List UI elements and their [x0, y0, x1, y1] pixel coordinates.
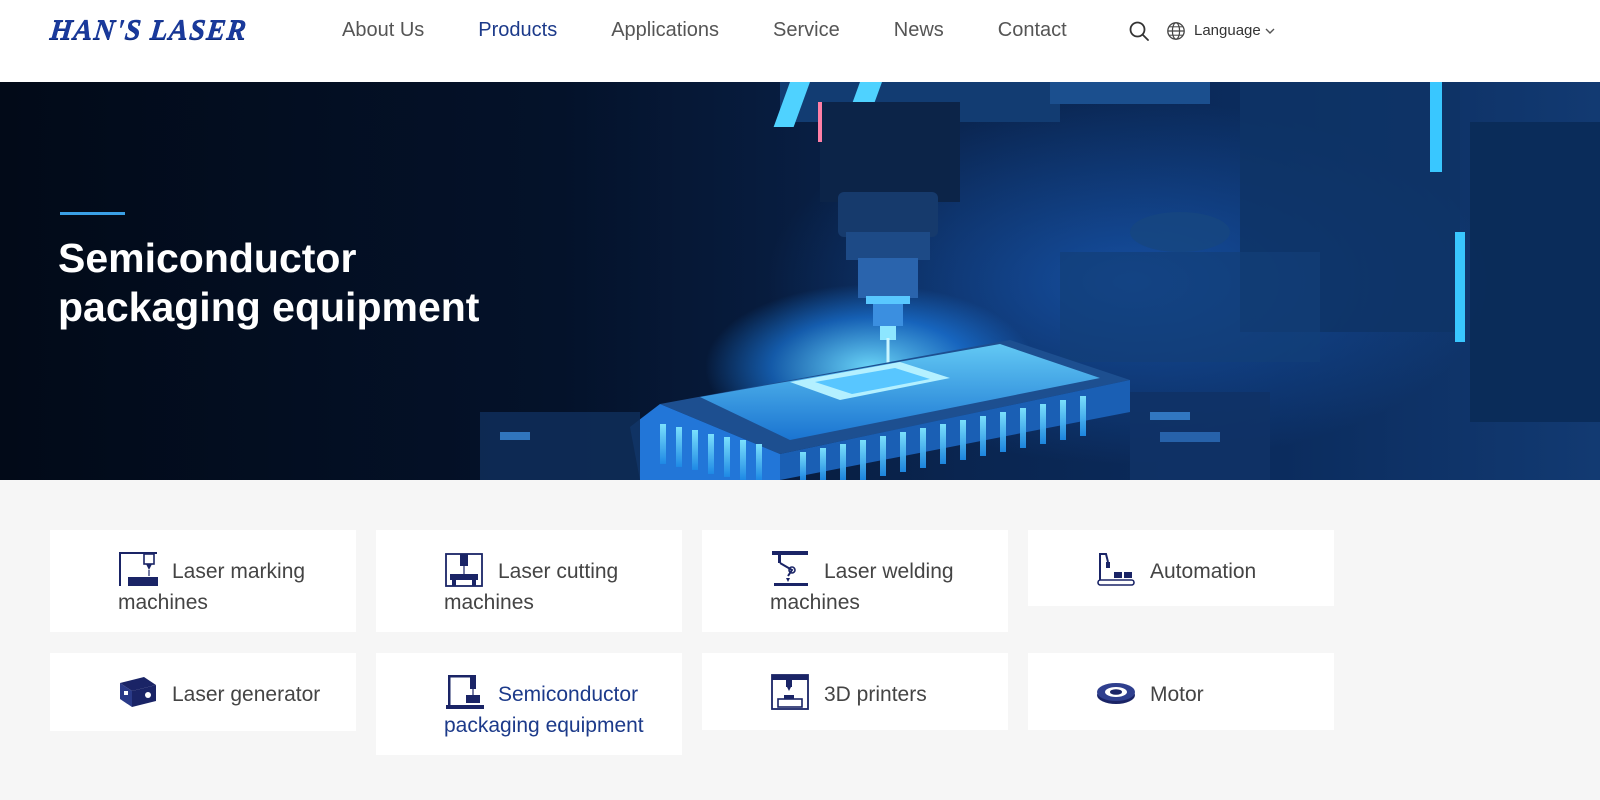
nav-about-us[interactable]: About Us [342, 18, 424, 42]
nav-products[interactable]: Products [478, 18, 557, 42]
category-card-laser-generator[interactable]: Laser generator [50, 653, 356, 731]
category-card-3d-printers[interactable]: 3D printers [702, 653, 1008, 730]
hero-title-line1: Semiconductor [58, 235, 357, 281]
category-card-motor[interactable]: Motor [1028, 653, 1334, 730]
category-label: Laser cutting machines [444, 560, 619, 614]
search-icon[interactable] [1128, 20, 1150, 42]
category-label: Laser generator [172, 683, 321, 706]
site-header: HAN'S LASER About Us Products Applicatio… [0, 0, 1600, 82]
brand-logo[interactable]: HAN'S LASER [48, 14, 249, 47]
category-label: 3D printers [824, 683, 927, 706]
hero-title-line2: packaging equipment [58, 284, 480, 330]
globe-icon[interactable] [1166, 21, 1186, 41]
language-selector[interactable]: Language [1194, 22, 1261, 39]
hero-accent-line [60, 212, 125, 215]
category-label: Motor [1150, 683, 1204, 706]
hero-title: Semiconductor packaging equipment [58, 234, 658, 332]
category-label: Automation [1150, 560, 1257, 583]
nav-news[interactable]: News [894, 18, 944, 42]
nav-service[interactable]: Service [773, 18, 840, 42]
main-nav: About Us Products Applications Service N… [342, 18, 1121, 42]
category-card-automation[interactable]: Automation [1028, 530, 1334, 606]
category-card-laser-marking[interactable]: Laser marking machines [50, 530, 356, 632]
category-card-laser-welding[interactable]: Laser welding machines [702, 530, 1008, 632]
hero-banner: Semiconductor packaging equipment [0, 82, 1600, 480]
category-card-laser-cutting[interactable]: Laser cutting machines [376, 530, 682, 632]
nav-contact[interactable]: Contact [998, 18, 1067, 42]
nav-applications[interactable]: Applications [611, 18, 719, 42]
category-label: Semiconductor packaging equipment [444, 683, 644, 737]
category-label: Laser marking machines [118, 560, 306, 614]
category-label: Laser welding machines [770, 560, 954, 614]
category-card-semiconductor-packaging[interactable]: Semiconductor packaging equipment [376, 653, 682, 755]
chevron-down-icon[interactable] [1264, 26, 1276, 36]
